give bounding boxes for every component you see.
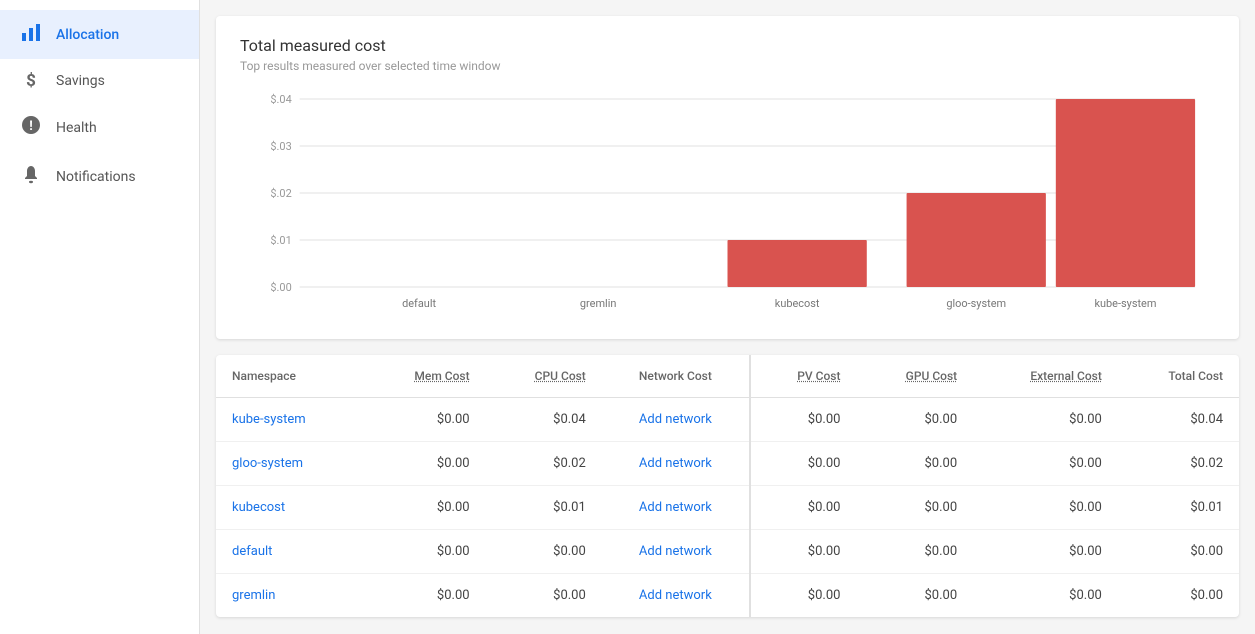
sidebar-item-savings[interactable]: $ Savings: [0, 59, 199, 103]
col-external-cost: External Cost: [973, 355, 1118, 398]
cell-total-cost-0: $0.04: [1118, 398, 1239, 442]
sidebar-item-health[interactable]: ! Health: [0, 103, 199, 152]
sidebar-item-health-label: Health: [56, 120, 97, 136]
table-row: kubecost $0.00 $0.01 Add network $0.00 $…: [216, 486, 1239, 530]
cell-external-cost-1: $0.00: [973, 442, 1118, 486]
cell-cpu-cost-2: $0.01: [486, 486, 602, 530]
svg-text:$.02: $.02: [270, 187, 291, 200]
sidebar-item-notifications[interactable]: Notifications: [0, 152, 199, 201]
cell-total-cost-4: $0.00: [1118, 574, 1239, 618]
svg-text:$.01: $.01: [270, 234, 291, 247]
cell-network-cost-3: Add network: [602, 530, 750, 574]
namespace-link-4[interactable]: gremlin: [232, 588, 275, 603]
cell-gpu-cost-3: $0.00: [856, 530, 973, 574]
sidebar-item-savings-label: Savings: [56, 73, 105, 89]
sidebar-item-allocation[interactable]: Allocation: [0, 10, 199, 59]
add-network-button-3[interactable]: Add network: [639, 544, 712, 559]
svg-text:kubecost: kubecost: [775, 297, 820, 310]
cell-cpu-cost-3: $0.00: [486, 530, 602, 574]
table-row: gremlin $0.00 $0.00 Add network $0.00 $0…: [216, 574, 1239, 618]
table-row: kube-system $0.00 $0.04 Add network $0.0…: [216, 398, 1239, 442]
cell-gpu-cost-0: $0.00: [856, 398, 973, 442]
table-header-row: Namespace Mem Cost CPU Cost Network Cost…: [216, 355, 1239, 398]
add-network-button-2[interactable]: Add network: [639, 500, 712, 515]
chart-subtitle: Top results measured over selected time …: [240, 59, 1215, 73]
col-pv-cost: PV Cost: [750, 355, 857, 398]
health-icon: !: [20, 115, 42, 140]
namespace-link-2[interactable]: kubecost: [232, 500, 285, 515]
sidebar-item-notifications-label: Notifications: [56, 169, 136, 185]
cell-network-cost-1: Add network: [602, 442, 750, 486]
chart-section: Total measured cost Top results measured…: [216, 16, 1239, 339]
allocation-icon: [20, 22, 42, 47]
chart-title: Total measured cost: [240, 36, 1215, 55]
svg-text:kube-system: kube-system: [1094, 297, 1156, 310]
sidebar: Allocation $ Savings ! Health Notificati…: [0, 0, 200, 634]
notifications-icon: [20, 164, 42, 189]
cell-mem-cost-1: $0.00: [364, 442, 486, 486]
col-total-cost: Total Cost: [1118, 355, 1239, 398]
cell-pv-cost-2: $0.00: [750, 486, 857, 530]
col-namespace: Namespace: [216, 355, 364, 398]
col-mem-cost: Mem Cost: [364, 355, 486, 398]
cell-cpu-cost-1: $0.02: [486, 442, 602, 486]
cell-pv-cost-0: $0.00: [750, 398, 857, 442]
cell-external-cost-2: $0.00: [973, 486, 1118, 530]
add-network-button-0[interactable]: Add network: [639, 412, 712, 427]
table-section: Namespace Mem Cost CPU Cost Network Cost…: [216, 355, 1239, 617]
table-row: default $0.00 $0.00 Add network $0.00 $0…: [216, 530, 1239, 574]
cell-pv-cost-1: $0.00: [750, 442, 857, 486]
svg-text:gremlin: gremlin: [580, 297, 617, 310]
svg-text:$.00: $.00: [270, 281, 291, 294]
cell-cpu-cost-4: $0.00: [486, 574, 602, 618]
cell-mem-cost-0: $0.00: [364, 398, 486, 442]
cell-gpu-cost-2: $0.00: [856, 486, 973, 530]
add-network-button-4[interactable]: Add network: [639, 588, 712, 603]
add-network-button-1[interactable]: Add network: [639, 456, 712, 471]
namespace-link-3[interactable]: default: [232, 544, 272, 559]
table-row: gloo-system $0.00 $0.02 Add network $0.0…: [216, 442, 1239, 486]
cell-pv-cost-3: $0.00: [750, 530, 857, 574]
cell-mem-cost-3: $0.00: [364, 530, 486, 574]
svg-text:$.03: $.03: [270, 140, 291, 153]
cell-total-cost-2: $0.01: [1118, 486, 1239, 530]
svg-text:$.04: $.04: [270, 93, 291, 106]
cell-namespace-3: default: [216, 530, 364, 574]
cost-table: Namespace Mem Cost CPU Cost Network Cost…: [216, 355, 1239, 617]
col-cpu-cost: CPU Cost: [486, 355, 602, 398]
cell-network-cost-4: Add network: [602, 574, 750, 618]
main-content: Total measured cost Top results measured…: [200, 0, 1255, 634]
cell-gpu-cost-1: $0.00: [856, 442, 973, 486]
svg-text:default: default: [402, 297, 436, 310]
namespace-link-1[interactable]: gloo-system: [232, 456, 303, 471]
cell-mem-cost-4: $0.00: [364, 574, 486, 618]
cell-namespace-1: gloo-system: [216, 442, 364, 486]
cell-external-cost-0: $0.00: [973, 398, 1118, 442]
col-network-cost: Network Cost: [602, 355, 750, 398]
cell-cpu-cost-0: $0.04: [486, 398, 602, 442]
cell-namespace-4: gremlin: [216, 574, 364, 618]
namespace-link-0[interactable]: kube-system: [232, 412, 306, 427]
cell-mem-cost-2: $0.00: [364, 486, 486, 530]
cell-network-cost-2: Add network: [602, 486, 750, 530]
cell-external-cost-4: $0.00: [973, 574, 1118, 618]
cell-external-cost-3: $0.00: [973, 530, 1118, 574]
savings-icon: $: [20, 71, 42, 91]
cell-gpu-cost-4: $0.00: [856, 574, 973, 618]
bar-chart: $.04 $.03 $.02 $.01 $.00 default gremlin…: [240, 89, 1215, 329]
cell-namespace-0: kube-system: [216, 398, 364, 442]
svg-text:gloo-system: gloo-system: [946, 297, 1006, 310]
sidebar-item-allocation-label: Allocation: [56, 27, 119, 43]
cell-total-cost-1: $0.02: [1118, 442, 1239, 486]
col-gpu-cost: GPU Cost: [856, 355, 973, 398]
cell-namespace-2: kubecost: [216, 486, 364, 530]
svg-text:!: !: [29, 119, 33, 134]
cell-network-cost-0: Add network: [602, 398, 750, 442]
cell-pv-cost-4: $0.00: [750, 574, 857, 618]
cell-total-cost-3: $0.00: [1118, 530, 1239, 574]
